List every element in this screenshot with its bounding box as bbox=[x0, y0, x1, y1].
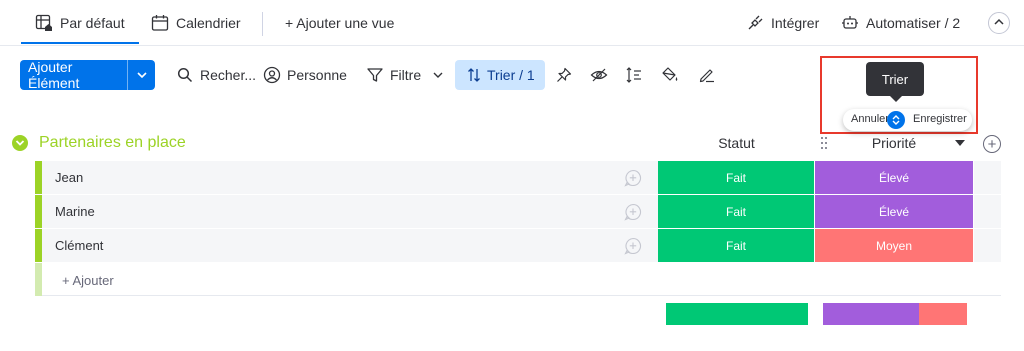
sort-label: Trier / 1 bbox=[487, 67, 535, 83]
tab-calendrier[interactable]: Calendrier bbox=[151, 0, 241, 46]
format-button[interactable] bbox=[695, 60, 719, 90]
person-icon bbox=[263, 66, 281, 84]
add-item-inline[interactable]: + Ajouter bbox=[62, 273, 114, 288]
group-color-stripe bbox=[35, 229, 42, 262]
person-label: Personne bbox=[287, 67, 347, 83]
add-update-icon[interactable] bbox=[624, 203, 642, 221]
chevron-down-circle-icon[interactable] bbox=[12, 135, 28, 151]
color-fill-button[interactable] bbox=[658, 60, 682, 90]
pen-icon bbox=[698, 66, 716, 84]
collapse-header-button[interactable] bbox=[988, 12, 1010, 34]
sort-icon bbox=[465, 66, 483, 84]
item-name-cell[interactable]: Clément bbox=[42, 229, 658, 262]
empty-cell bbox=[974, 195, 1001, 228]
summary-segment bbox=[666, 303, 808, 325]
summary-segment bbox=[919, 303, 967, 325]
table-row[interactable]: Jean Fait Élevé bbox=[35, 161, 1001, 194]
tab-label: Calendrier bbox=[176, 15, 241, 31]
empty-cell bbox=[974, 161, 1001, 194]
save-button[interactable]: Enregistrer bbox=[913, 113, 967, 125]
priority-cell[interactable]: Élevé bbox=[815, 195, 973, 228]
group-color-stripe bbox=[35, 263, 42, 296]
pin-icon bbox=[556, 67, 572, 83]
priority-cell[interactable]: Moyen bbox=[815, 229, 973, 262]
status-label: Fait bbox=[725, 170, 746, 185]
tab-par-defaut[interactable]: Par défaut bbox=[21, 0, 139, 46]
row-height-button[interactable] bbox=[622, 60, 646, 90]
priority-label: Élevé bbox=[878, 204, 910, 219]
summary-segment bbox=[823, 303, 919, 325]
status-cell[interactable]: Fait bbox=[658, 161, 814, 194]
add-update-icon[interactable] bbox=[624, 169, 642, 187]
chevron-up-icon bbox=[994, 17, 1004, 29]
table-row[interactable]: Clément Fait Moyen bbox=[35, 229, 1001, 262]
robot-icon bbox=[841, 14, 859, 32]
integrate-label: Intégrer bbox=[771, 15, 820, 31]
column-header-priority[interactable]: Priorité bbox=[815, 133, 973, 153]
priority-cell[interactable]: Élevé bbox=[815, 161, 973, 194]
integrate-button[interactable]: Intégrer bbox=[746, 0, 819, 46]
add-view-button[interactable]: + Ajouter une vue bbox=[285, 0, 394, 46]
priority-summary-bar[interactable] bbox=[823, 303, 967, 325]
paint-bucket-icon bbox=[661, 66, 679, 84]
tabs-divider bbox=[262, 12, 263, 36]
status-cell[interactable]: Fait bbox=[658, 229, 814, 262]
item-name[interactable]: Marine bbox=[55, 204, 95, 219]
chevron-down-icon[interactable] bbox=[128, 71, 155, 79]
group-header[interactable]: Partenaires en place bbox=[12, 133, 186, 153]
pin-button[interactable] bbox=[552, 60, 576, 90]
column-title: Statut bbox=[718, 135, 755, 151]
filter-label: Filtre bbox=[390, 67, 422, 83]
status-label: Fait bbox=[725, 238, 746, 253]
automate-button[interactable]: Automatiser / 2 bbox=[841, 0, 960, 46]
plus-icon: + bbox=[987, 135, 997, 153]
tab-label: Par défaut bbox=[60, 15, 125, 31]
add-update-icon[interactable] bbox=[624, 237, 642, 255]
sort-button[interactable]: Trier / 1 bbox=[455, 60, 545, 90]
column-title: Priorité bbox=[871, 135, 917, 151]
group-color-stripe bbox=[35, 161, 42, 194]
status-cell[interactable]: Fait bbox=[658, 195, 814, 228]
filter-icon bbox=[366, 66, 384, 84]
eye-off-icon bbox=[590, 67, 608, 83]
table-home-icon bbox=[35, 14, 53, 32]
cancel-button[interactable]: Annuler bbox=[851, 113, 891, 125]
item-name-cell[interactable]: Marine bbox=[42, 195, 658, 228]
item-name-cell[interactable]: Jean bbox=[42, 161, 658, 194]
tooltip-text: Trier bbox=[881, 71, 909, 87]
group-title[interactable]: Partenaires en place bbox=[39, 134, 186, 152]
search-icon bbox=[176, 66, 194, 84]
tab-label: + Ajouter une vue bbox=[285, 15, 395, 31]
item-name[interactable]: Clément bbox=[55, 238, 103, 253]
chevron-down-icon[interactable] bbox=[433, 71, 443, 79]
item-name[interactable]: Jean bbox=[55, 170, 83, 185]
table-row[interactable]: Marine Fait Élevé bbox=[35, 195, 1001, 228]
add-item-button[interactable]: Ajouter Élément bbox=[20, 59, 155, 91]
add-item-label: Ajouter Élément bbox=[28, 59, 80, 91]
add-column-button[interactable]: + bbox=[983, 135, 1001, 153]
hide-columns-button[interactable] bbox=[587, 60, 611, 90]
row-height-icon bbox=[625, 66, 643, 84]
add-item-row[interactable]: + Ajouter bbox=[35, 263, 1001, 296]
search-label: Recher... bbox=[200, 67, 257, 83]
column-header-status[interactable]: Statut bbox=[658, 133, 815, 153]
sort-handle-icon[interactable] bbox=[887, 111, 905, 129]
view-tabs-bar: Par défaut Calendrier + Ajouter une vue … bbox=[0, 0, 1024, 46]
sort-save-bar: Annuler Enregistrer bbox=[843, 109, 972, 131]
status-label: Fait bbox=[725, 204, 746, 219]
calendar-icon bbox=[151, 14, 169, 32]
plug-icon bbox=[746, 14, 764, 32]
automate-label: Automatiser / 2 bbox=[866, 15, 961, 31]
group-color-stripe bbox=[35, 195, 42, 228]
search-button[interactable]: Recher... bbox=[176, 60, 256, 90]
priority-label: Élevé bbox=[878, 170, 910, 185]
empty-cell bbox=[974, 229, 1001, 262]
person-filter-button[interactable]: Personne bbox=[263, 60, 347, 90]
status-summary-bar[interactable] bbox=[666, 303, 808, 325]
caret-down-icon[interactable] bbox=[955, 140, 965, 146]
sort-tooltip: Trier bbox=[866, 62, 924, 102]
filter-button[interactable]: Filtre bbox=[366, 60, 443, 90]
priority-label: Moyen bbox=[875, 238, 913, 253]
